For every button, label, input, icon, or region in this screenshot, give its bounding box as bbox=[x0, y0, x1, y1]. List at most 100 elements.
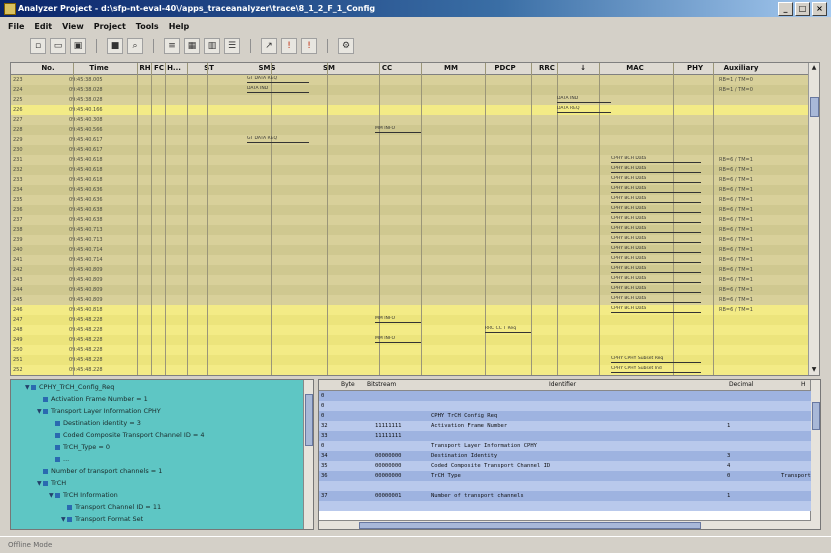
menu-edit[interactable]: Edit bbox=[34, 22, 52, 31]
message-arrow[interactable]: RRC CC T Req bbox=[485, 326, 531, 333]
column-header[interactable]: SMS bbox=[247, 63, 287, 74]
grid-row[interactable]: 0 Transport Layer Information CPHY bbox=[319, 441, 811, 451]
scroll-thumb[interactable] bbox=[305, 394, 313, 446]
grid-row[interactable]: 0 CPHY TrCH Config Req bbox=[319, 411, 811, 421]
grid-row[interactable] bbox=[319, 481, 811, 491]
table-row[interactable]: 230 09:45:40.617 bbox=[11, 145, 809, 155]
table-row[interactable]: 224 09:45:38.028 RB=1 / TM=0 bbox=[11, 85, 809, 95]
grid-row[interactable]: 37 00000001 Number of transport channels 1 bbox=[319, 491, 811, 501]
column-header[interactable]: ST bbox=[189, 63, 229, 74]
column-header[interactable]: PHY bbox=[675, 63, 715, 74]
tree-node[interactable]: ▼ CPHY_TrCH_Config_Req bbox=[25, 383, 114, 391]
grid-row[interactable]: 34 00000000 Destination Identity 3 bbox=[319, 451, 811, 461]
message-arrow[interactable]: DATA REQ bbox=[557, 106, 611, 113]
grid-row[interactable]: 33 11111111 bbox=[319, 431, 811, 441]
column-header[interactable]: No. bbox=[33, 63, 63, 74]
grid-row[interactable] bbox=[319, 501, 811, 511]
zoom-icon[interactable]: ⌕ bbox=[127, 38, 143, 54]
menu-help[interactable]: Help bbox=[169, 22, 190, 31]
message-arrow[interactable]: CPHY BCH Data bbox=[611, 196, 701, 203]
message-arrow[interactable]: MM INFO bbox=[375, 316, 421, 323]
column-header[interactable]: PDCP bbox=[485, 63, 525, 74]
message-arrow[interactable]: GT DATA REQ bbox=[247, 136, 309, 143]
col-byte[interactable]: Byte bbox=[341, 380, 355, 390]
message-arrow[interactable]: CPHY BCH Data bbox=[611, 256, 701, 263]
tree-node[interactable]: Coded Composite Transport Channel ID = 4 bbox=[49, 431, 205, 439]
tree-node[interactable]: Transport Channel ID = 11 bbox=[61, 503, 161, 511]
grid-row[interactable]: 0 bbox=[319, 391, 811, 401]
tree-node[interactable]: ▼ TrCH bbox=[37, 479, 66, 487]
minimize-button[interactable]: _ bbox=[778, 2, 793, 16]
message-arrow[interactable]: CPHY BCH Data bbox=[611, 176, 701, 183]
table-row[interactable]: 248 09:45:48.228 bbox=[11, 325, 809, 335]
column-header[interactable]: FC bbox=[153, 63, 165, 74]
scroll-thumb[interactable] bbox=[810, 97, 819, 117]
table-row[interactable]: 229 09:45:40.617 bbox=[11, 135, 809, 145]
menu-view[interactable]: View bbox=[62, 22, 84, 31]
menu-tools[interactable]: Tools bbox=[136, 22, 159, 31]
col-decimal[interactable]: Decimal bbox=[729, 380, 753, 390]
settings-icon[interactable]: ⚙ bbox=[338, 38, 354, 54]
grid-hscrollbar[interactable] bbox=[319, 520, 811, 529]
find-icon[interactable]: ■ bbox=[107, 38, 123, 54]
message-arrow[interactable]: CPHY BCH Data bbox=[611, 206, 701, 213]
maximize-button[interactable]: □ bbox=[795, 2, 810, 16]
table-row[interactable]: 226 09:45:40.166 bbox=[11, 105, 809, 115]
column-header[interactable]: Time bbox=[79, 63, 119, 74]
column-header[interactable]: MAC bbox=[615, 63, 655, 74]
tree-node[interactable]: ▼ Transport Layer Information CPHY bbox=[37, 407, 161, 415]
message-arrow[interactable]: CPHY BCH Data bbox=[611, 296, 701, 303]
tree-scrollbar[interactable] bbox=[303, 380, 313, 529]
message-arrow[interactable]: DATA IND bbox=[247, 86, 309, 93]
tree-node[interactable]: ▼ TrCH Information bbox=[49, 491, 118, 499]
message-arrow[interactable]: CPHY BCH Data bbox=[611, 246, 701, 253]
menu-project[interactable]: Project bbox=[94, 22, 126, 31]
column-header[interactable]: CC bbox=[367, 63, 407, 74]
open-icon[interactable]: ▭ bbox=[50, 38, 66, 54]
scroll-thumb[interactable] bbox=[359, 522, 701, 529]
tree-node[interactable]: ▼ Transport Format Set bbox=[61, 515, 143, 523]
grid-row[interactable]: 36 00000000 TrCH Type 0 Transport bbox=[319, 471, 811, 481]
column-header[interactable]: MM bbox=[431, 63, 471, 74]
message-arrow[interactable]: CPHY CPHY Subset Req bbox=[611, 356, 701, 363]
message-arrow[interactable]: MM INFO bbox=[375, 126, 421, 133]
message-arrow[interactable]: CPHY BCH Data bbox=[611, 156, 701, 163]
columns-icon[interactable]: ▥ bbox=[204, 38, 220, 54]
tree-node[interactable]: Number of transport channels = 1 bbox=[37, 467, 162, 475]
column-header[interactable]: Auxiliary bbox=[715, 63, 767, 74]
scroll-thumb[interactable] bbox=[812, 402, 820, 430]
grid-row[interactable]: 0 bbox=[319, 401, 811, 411]
menu-file[interactable]: File bbox=[8, 22, 24, 31]
message-arrow[interactable]: CPHY BCH Data bbox=[611, 216, 701, 223]
save-icon[interactable]: ▣ bbox=[70, 38, 86, 54]
message-arrow[interactable]: CPHY BCH Data bbox=[611, 266, 701, 273]
table-row[interactable]: 223 09:45:38.005 RB=1 / TM=0 bbox=[11, 75, 809, 85]
grid-row[interactable]: 35 00000000 Coded Composite Transport Chan… bbox=[319, 461, 811, 471]
arrow-icon[interactable]: ↗ bbox=[261, 38, 277, 54]
stop-icon[interactable]: ! bbox=[301, 38, 317, 54]
message-arrow[interactable]: CPHY BCH Data bbox=[611, 226, 701, 233]
column-header[interactable]: SM bbox=[309, 63, 349, 74]
scroll-up-icon[interactable]: ▲ bbox=[809, 63, 819, 73]
table-row[interactable]: 250 09:45:48.228 bbox=[11, 345, 809, 355]
grid-row[interactable]: 32 11111111 Activation Frame Number 1 bbox=[319, 421, 811, 431]
tree-node[interactable]: ... bbox=[49, 455, 69, 463]
grid-scrollbar[interactable] bbox=[810, 380, 820, 529]
column-header[interactable]: RRC bbox=[537, 63, 557, 74]
message-arrow[interactable]: CPHY BCH Data bbox=[611, 286, 701, 293]
message-arrow[interactable]: MM INFO bbox=[375, 336, 421, 343]
list-icon[interactable]: ☰ bbox=[224, 38, 240, 54]
message-arrow[interactable]: CPHY CPHY Subset Ind bbox=[611, 366, 701, 373]
run-icon[interactable]: ! bbox=[281, 38, 297, 54]
message-arrow[interactable]: CPHY BCH Data bbox=[611, 276, 701, 283]
message-arrow[interactable]: CPHY BCH Data bbox=[611, 166, 701, 173]
column-header[interactable]: ↓ bbox=[563, 63, 603, 74]
scroll-down-icon[interactable]: ▼ bbox=[809, 365, 819, 375]
filter-icon[interactable]: ≡ bbox=[164, 38, 180, 54]
col-bitstream[interactable]: Bitstream bbox=[367, 380, 396, 390]
close-button[interactable]: × bbox=[812, 2, 827, 16]
sequence-scrollbar[interactable]: ▲ ▼ bbox=[808, 63, 819, 375]
new-doc-icon[interactable]: ▫ bbox=[30, 38, 46, 54]
message-arrow[interactable]: CPHY BCH Data bbox=[611, 236, 701, 243]
col-identifier[interactable]: Identifier bbox=[549, 380, 576, 390]
